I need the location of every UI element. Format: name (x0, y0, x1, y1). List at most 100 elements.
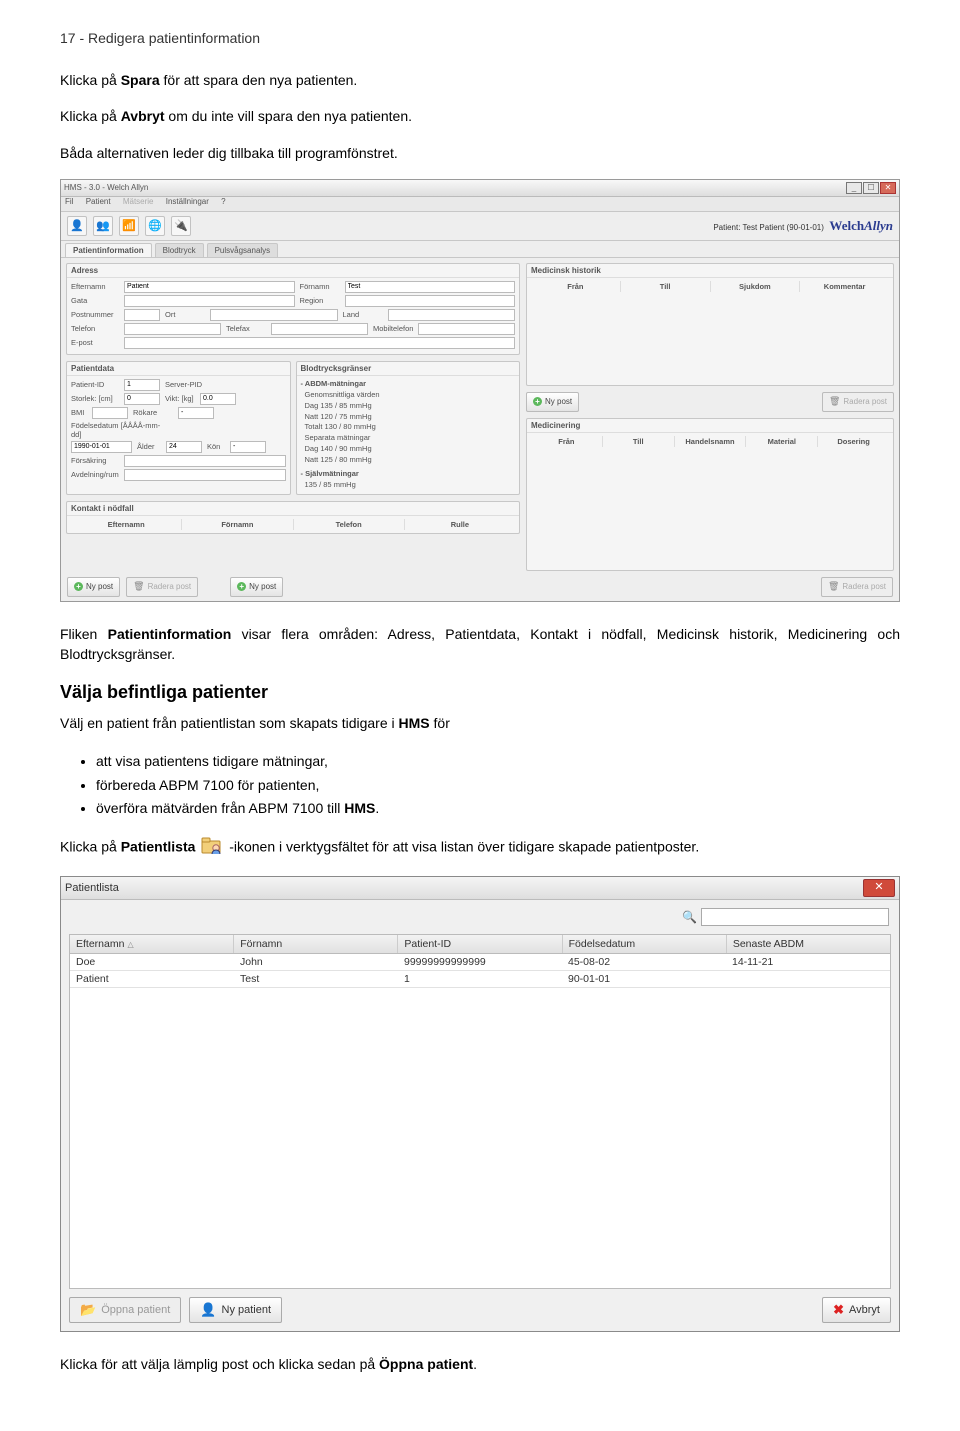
cell: Doe (70, 954, 234, 970)
menu-help[interactable]: ? (221, 197, 225, 206)
btn-label: Radera post (843, 397, 887, 406)
cancel-button[interactable]: ✖Avbryt (822, 1297, 891, 1323)
table-row[interactable]: Doe John 99999999999999 45-08-02 14-11-2… (70, 954, 890, 971)
bp-line: Totalt 130 / 80 mmHg (301, 422, 516, 433)
input-pid[interactable] (124, 379, 160, 391)
list-item: förbereda ABPM 7100 för patienten, (96, 774, 900, 798)
input-region[interactable] (345, 295, 516, 307)
bold-oppna-patient: Öppna patient (379, 1356, 473, 1372)
bp-line: Dag 135 / 85 mmHg (301, 401, 516, 412)
text: -ikonen i verktygsfältet för att visa li… (229, 839, 699, 855)
menu-patient[interactable]: Patient (86, 197, 111, 206)
panel-header-patientdata: Patientdata (67, 362, 290, 376)
input-fornamn[interactable] (345, 281, 516, 293)
col-fodelsedatum[interactable]: Födelsedatum (563, 935, 727, 953)
btn-label: Ny post (249, 582, 276, 591)
ny-post-button[interactable]: +Ny post (526, 392, 579, 412)
col-kommentar: Kommentar (800, 281, 889, 292)
label-land: Land (343, 310, 383, 319)
bp-line: Separata mätningar (301, 433, 516, 444)
intro-para-1: Klicka på Spara för att spara den nya pa… (60, 70, 900, 90)
input-kon[interactable] (230, 441, 266, 453)
input-gata[interactable] (124, 295, 295, 307)
ny-post-button-bottom-mid[interactable]: +Ny post (230, 577, 283, 597)
maximize-icon[interactable]: ☐ (863, 182, 879, 194)
bp-line: Dag 140 / 90 mmHg (301, 444, 516, 455)
plug-icon[interactable]: 🔌 (171, 216, 191, 236)
label-storlek: Storlek: [cm] (71, 394, 119, 403)
table-header: Efternamn△ Förnamn Patient-ID Födelsedat… (70, 935, 890, 954)
col-dosering: Dosering (818, 436, 889, 447)
btn-label: Ny post (545, 397, 572, 406)
col-efternamn[interactable]: Efternamn△ (70, 935, 234, 953)
menu-fil[interactable]: Fil (65, 197, 73, 206)
radera-post-button-bottom-left[interactable]: 🗑Radera post (126, 577, 198, 597)
input-avdelning[interactable] (124, 469, 286, 481)
text: överföra mätvärden från ABPM 7100 till (96, 800, 344, 816)
col-fornamn[interactable]: Förnamn (234, 935, 398, 953)
app-main-area: Adress EfternamnFörnamn GataRegion Postn… (61, 258, 899, 573)
brand-text-2: Allyn (864, 218, 893, 233)
text: Klicka på (60, 72, 121, 88)
text: om du inte vill spara den nya patienten. (165, 108, 413, 124)
plus-icon: + (533, 397, 542, 406)
input-postnummer[interactable] (124, 309, 160, 321)
ny-post-button-bottom-left[interactable]: +Ny post (67, 577, 120, 597)
input-land[interactable] (388, 309, 516, 321)
input-fodelse[interactable] (71, 441, 132, 453)
col-pid[interactable]: Patient-ID (398, 935, 562, 953)
tab-patientinformation[interactable]: Patientinformation (65, 243, 152, 257)
input-storlek[interactable] (124, 393, 160, 405)
patient-list-dialog: Patientlista ✕ 🔍 Efternamn△ Förnamn Pati… (60, 876, 900, 1332)
trash-icon: 🗑 (133, 581, 144, 592)
minimize-icon[interactable]: _ (846, 182, 862, 194)
bold-patientinfo: Patientinformation (108, 626, 232, 642)
input-mobil[interactable] (418, 323, 515, 335)
select-list: att visa patientens tidigare mätningar, … (96, 750, 900, 821)
input-epost[interactable] (124, 337, 515, 349)
medhist-scroll[interactable] (531, 292, 889, 382)
label-region: Region (300, 296, 340, 305)
cancel-icon: ✖ (833, 1302, 844, 1318)
intro-para-2: Klicka på Avbryt om du inte vill spara d… (60, 106, 900, 126)
device-icon[interactable]: 📶 (119, 216, 139, 236)
cell: 45-08-02 (562, 954, 726, 970)
label-fornamn: Förnamn (300, 282, 340, 291)
col-senaste[interactable]: Senaste ABDM (727, 935, 890, 953)
input-bmi (92, 407, 128, 419)
input-ort[interactable] (210, 309, 338, 321)
panel-kontakt: Kontakt i nödfall Efternamn Förnamn Tele… (66, 501, 520, 534)
menu-matserie[interactable]: Mätserie (123, 197, 154, 206)
text: Klicka för att välja lämplig post och kl… (60, 1356, 379, 1372)
new-patient-icon[interactable]: 👥 (93, 216, 113, 236)
open-patient-button[interactable]: 📂Öppna patient (69, 1297, 181, 1323)
patient-table: Efternamn△ Förnamn Patient-ID Födelsedat… (69, 934, 891, 1289)
bold-spara: Spara (121, 72, 160, 88)
search-input[interactable] (701, 908, 889, 926)
globe-icon[interactable]: 🌐 (145, 216, 165, 236)
input-telefax[interactable] (271, 323, 368, 335)
label-ort: Ort (165, 310, 205, 319)
panel-header-medication: Medicinering (527, 419, 893, 433)
tab-pulsvagsanalys[interactable]: Pulsvågsanalys (207, 243, 279, 257)
bp-self: - Självmätningar (301, 469, 516, 480)
cell: 14-11-21 (726, 954, 890, 970)
radera-post-button-bottom-right[interactable]: 🗑Radera post (821, 577, 893, 597)
input-efternamn[interactable] (124, 281, 295, 293)
patient-list-icon[interactable]: 👤 (67, 216, 87, 236)
text: Klicka på (60, 108, 121, 124)
input-vikt[interactable] (200, 393, 236, 405)
menu-installningar[interactable]: Inställningar (166, 197, 209, 206)
new-patient-button[interactable]: 👤Ny patient (189, 1297, 282, 1323)
input-telefon[interactable] (124, 323, 221, 335)
medication-scroll[interactable] (531, 447, 889, 567)
table-row[interactable]: Patient Test 1 90-01-01 (70, 971, 890, 988)
close-icon[interactable]: ✕ (863, 879, 895, 897)
tab-blodtryck[interactable]: Blodtryck (155, 243, 204, 257)
label-postnummer: Postnummer (71, 310, 119, 319)
label-efternamn: Efternamn (71, 282, 119, 291)
input-rokare[interactable] (178, 407, 214, 419)
input-forsakring[interactable] (124, 455, 286, 467)
radera-post-button[interactable]: 🗑Radera post (822, 392, 894, 412)
close-icon[interactable]: ✕ (880, 182, 896, 194)
